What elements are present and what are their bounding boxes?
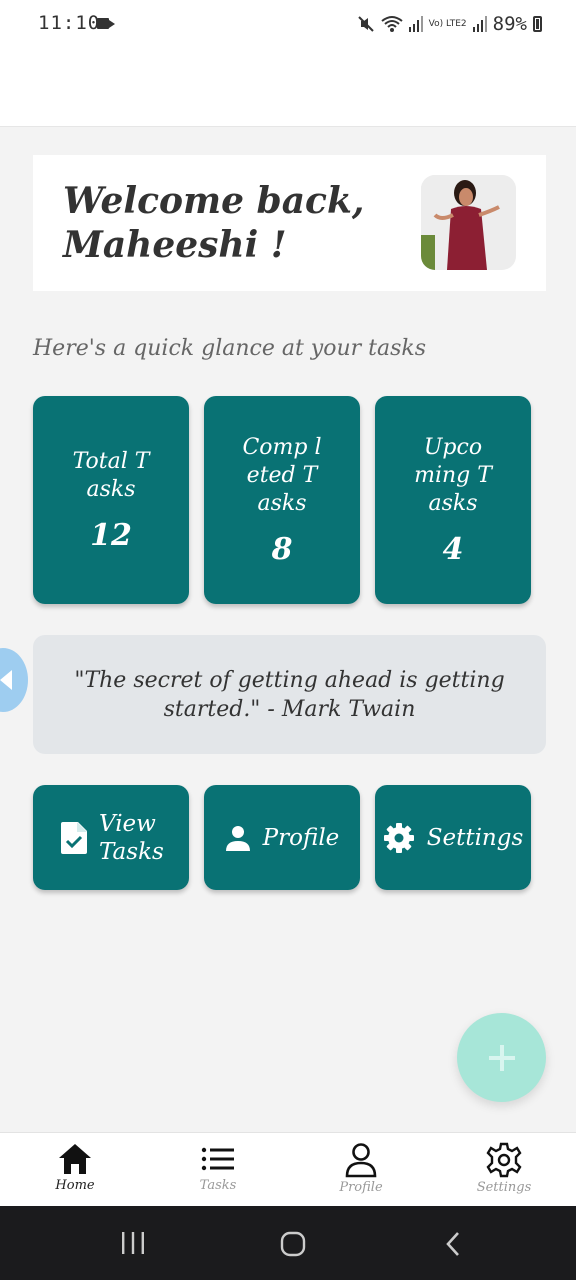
nav-label: Settings bbox=[476, 1180, 532, 1195]
home-icon bbox=[59, 1144, 91, 1174]
action-label: View Tasks bbox=[99, 810, 164, 865]
back-icon[interactable] bbox=[444, 1231, 462, 1257]
plus-icon bbox=[488, 1044, 515, 1071]
stat-label: Upco ming Tasks bbox=[414, 434, 492, 516]
profile-button[interactable]: Profile bbox=[204, 785, 360, 890]
settings-button[interactable]: Settings bbox=[375, 785, 531, 890]
avatar[interactable] bbox=[421, 175, 516, 270]
person-icon bbox=[225, 825, 250, 851]
welcome-username: Maheeshi ! bbox=[63, 224, 287, 266]
quote-card: "The secret of getting ahead is getting … bbox=[33, 635, 546, 754]
welcome-title: Welcome back, Maheeshi ! bbox=[63, 179, 364, 267]
nav-settings[interactable]: Settings bbox=[432, 1133, 576, 1207]
bottom-nav: Home Tasks Profile Settings bbox=[0, 1132, 576, 1206]
mute-icon bbox=[357, 16, 374, 32]
stat-label: Comp leted Tasks bbox=[242, 434, 322, 516]
stat-label: Total Tasks bbox=[72, 448, 150, 502]
nav-profile[interactable]: Profile bbox=[289, 1133, 433, 1207]
stat-value: 4 bbox=[442, 531, 464, 567]
signal-icon bbox=[408, 16, 423, 32]
nav-label: Tasks bbox=[199, 1178, 237, 1193]
app-bar bbox=[0, 48, 576, 127]
nav-home[interactable]: Home bbox=[3, 1133, 147, 1207]
status-icons: Vo) LTE2 89% bbox=[357, 10, 542, 38]
welcome-card: Welcome back, Maheeshi ! bbox=[33, 155, 546, 291]
welcome-greeting: Welcome back, bbox=[63, 180, 365, 222]
stat-value: 12 bbox=[90, 517, 132, 553]
recent-apps-icon[interactable] bbox=[120, 1232, 146, 1254]
nav-label: Home bbox=[55, 1178, 95, 1193]
stat-card-total[interactable]: Total Tasks 12 bbox=[33, 396, 189, 604]
add-task-fab[interactable] bbox=[457, 1013, 546, 1102]
view-tasks-button[interactable]: View Tasks bbox=[33, 785, 189, 890]
wifi-icon bbox=[381, 16, 403, 32]
stat-value: 8 bbox=[271, 531, 293, 567]
status-bar: 11:10 Vo) LTE2 89% bbox=[0, 0, 576, 48]
person-outline-icon bbox=[345, 1143, 377, 1178]
signal-icon-2 bbox=[472, 16, 487, 32]
quote-text: "The secret of getting ahead is getting … bbox=[74, 667, 505, 722]
avatar-photo bbox=[421, 175, 516, 270]
action-label: Profile bbox=[262, 824, 340, 851]
network-type: Vo) LTE2 bbox=[428, 18, 467, 29]
nav-tasks[interactable]: Tasks bbox=[146, 1133, 290, 1207]
nav-label: Profile bbox=[339, 1180, 383, 1195]
system-nav-bar bbox=[0, 1206, 576, 1280]
side-panel-handle[interactable] bbox=[0, 648, 28, 712]
camera-recording-icon bbox=[97, 18, 115, 29]
gear-outline-icon bbox=[486, 1142, 522, 1178]
stat-card-completed[interactable]: Comp leted Tasks 8 bbox=[204, 396, 360, 604]
home-button-icon[interactable] bbox=[280, 1231, 306, 1257]
gear-icon bbox=[383, 822, 414, 853]
status-time: 11:10 bbox=[38, 12, 101, 34]
task-file-icon bbox=[61, 821, 87, 854]
list-icon bbox=[201, 1147, 234, 1171]
stat-card-upcoming[interactable]: Upco ming Tasks 4 bbox=[375, 396, 531, 604]
action-label: Settings bbox=[426, 824, 524, 851]
battery-level: 89% bbox=[492, 13, 527, 35]
subtitle: Here's a quick glance at your tasks bbox=[33, 336, 427, 361]
battery-icon bbox=[533, 16, 542, 32]
